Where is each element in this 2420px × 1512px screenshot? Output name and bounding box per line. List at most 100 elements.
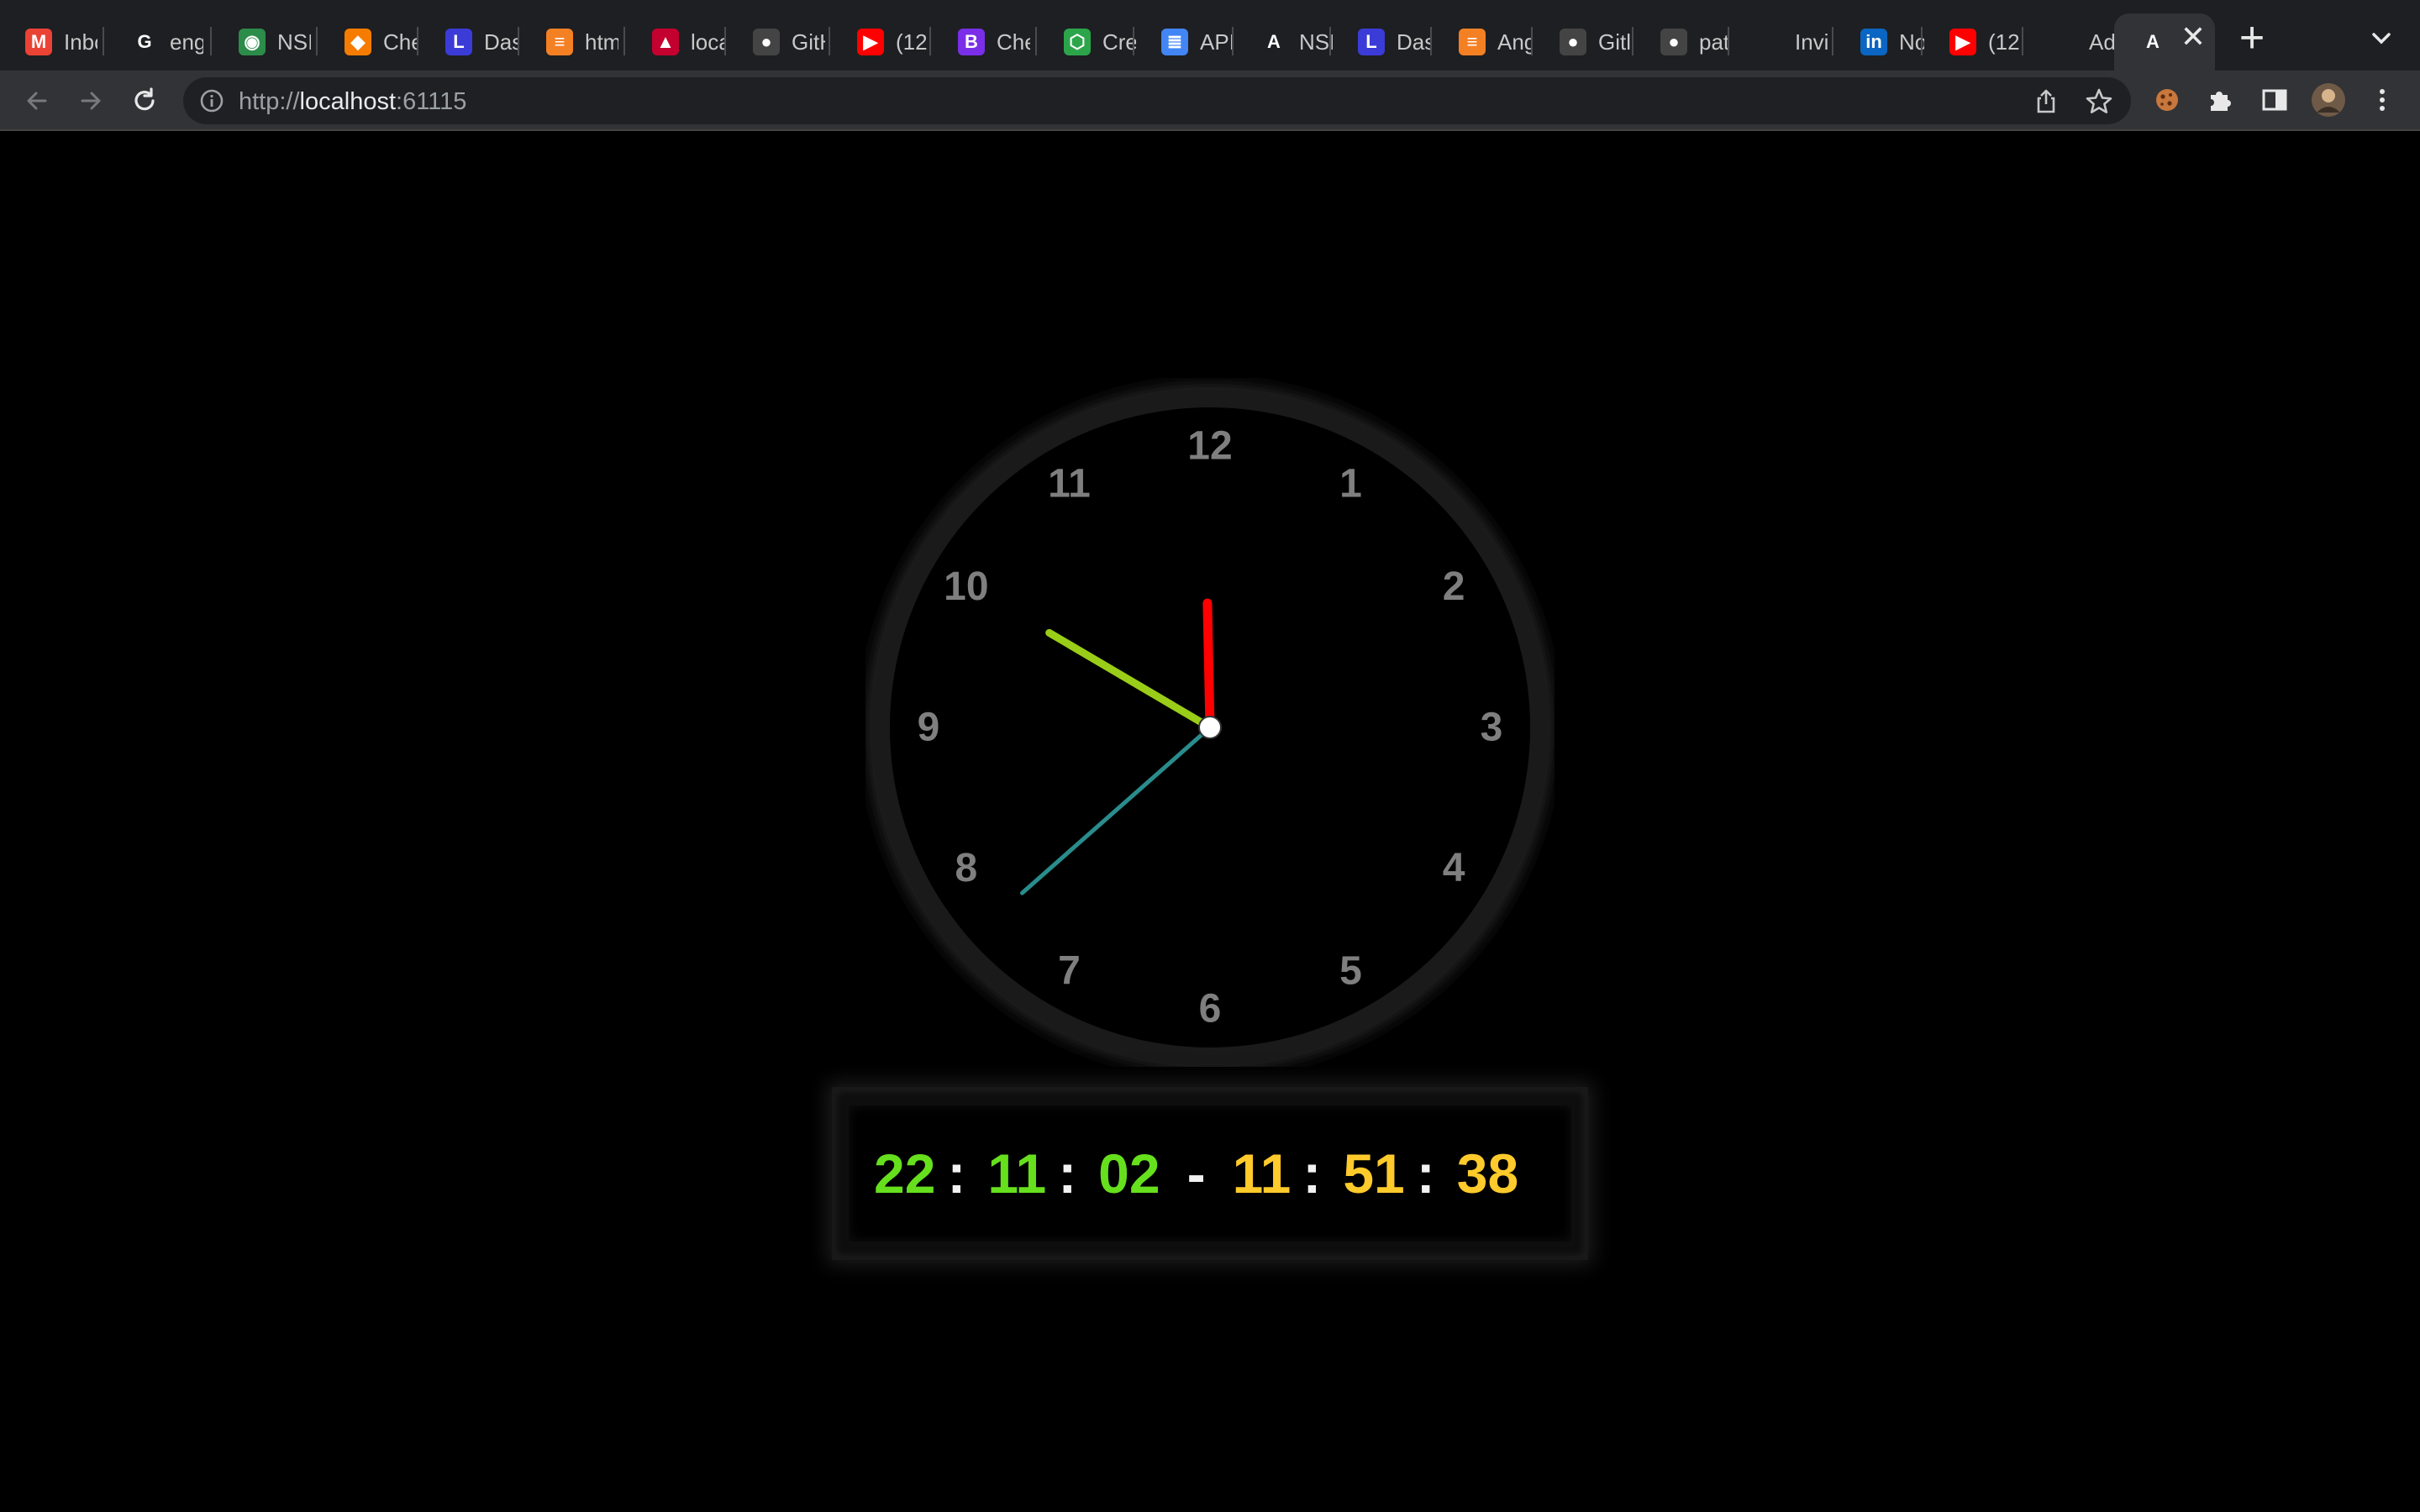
browser-tab[interactable]: M Inbox: [0, 13, 106, 71]
github-icon: ●: [1660, 29, 1687, 55]
tab-separator: [1430, 27, 1432, 55]
site-info-icon[interactable]: [198, 87, 225, 114]
tab-separator: [2022, 27, 2023, 55]
shield-icon: ◆: [345, 29, 371, 55]
tab-title: GitH: [792, 29, 825, 55]
tab-separator: [1531, 27, 1533, 55]
url-text[interactable]: http://localhost:61115: [239, 88, 466, 116]
clock-numeral: 6: [1199, 987, 1222, 1032]
tab-title: (12: [896, 29, 928, 55]
clock-numeral: 2: [1443, 564, 1465, 609]
tab-title: NSI: [1299, 29, 1333, 55]
google-icon: G: [137, 31, 152, 52]
tab-separator: [829, 27, 830, 55]
tab-title: Ado: [2089, 29, 2114, 55]
tab-separator: [316, 27, 318, 55]
eye-icon: ◉: [239, 29, 266, 55]
browser-tab[interactable]: ● GitH: [728, 13, 832, 71]
profile-avatar[interactable]: [2309, 81, 2348, 119]
browser-tab[interactable]: Invi: [1731, 13, 1835, 71]
browser-tab[interactable]: B Che: [933, 13, 1039, 71]
forward-button[interactable]: [69, 79, 113, 123]
cube-icon: ⬡: [1064, 29, 1091, 55]
a-icon: A: [1267, 31, 1281, 52]
tab-search-icon[interactable]: [2363, 20, 2400, 57]
tab-separator: [1832, 27, 1833, 55]
browser-tab[interactable]: ● pat: [1635, 13, 1731, 71]
minutes-secondary: 51: [1343, 1142, 1405, 1205]
tab-title: eng: [170, 29, 203, 55]
linkedin-icon: in: [1860, 29, 1887, 55]
analog-clock: 12 1 2 3 4 5 6 7 8 9 10 11: [865, 378, 1555, 1069]
browser-menu-icon[interactable]: [2363, 81, 2402, 119]
hours-24: 22: [874, 1142, 936, 1205]
back-button[interactable]: [15, 79, 59, 123]
tab-separator: [1329, 27, 1331, 55]
tab-separator: [1035, 27, 1037, 55]
browser-tab[interactable]: inNot: [1835, 13, 1924, 71]
tab-title: loca: [691, 29, 724, 55]
browser-tab[interactable]: ≡ Ang: [1434, 13, 1534, 71]
browser-tab[interactable]: ≣ API: [1136, 13, 1235, 71]
tab-separator: [1133, 27, 1134, 55]
extensions-puzzle-icon[interactable]: [2202, 81, 2240, 119]
clock-numeral: 4: [1443, 846, 1465, 890]
side-panel-icon[interactable]: [2255, 81, 2294, 119]
clock-numeral: 5: [1339, 949, 1362, 994]
browser-tab[interactable]: A NSI: [1235, 13, 1333, 71]
docs-icon: ≣: [1161, 29, 1188, 55]
cookie-extension-icon[interactable]: [2148, 81, 2186, 119]
lt-icon: L: [1358, 29, 1385, 55]
tab-title: Das: [484, 29, 518, 55]
tab-separator: [929, 27, 931, 55]
tab-title: Ang: [1497, 29, 1531, 55]
browser-tab[interactable]: ≡ htm: [521, 13, 627, 71]
separator: :: [1058, 1142, 1077, 1205]
tab-strip: M Inbox Geng ◉ NSI ◆ Che L Das ≡ htm ▲ loca ● GitH ▶ (12…: [0, 0, 2420, 71]
bookmark-star-icon[interactable]: [2085, 87, 2113, 116]
browser-tab[interactable]: L Das: [1333, 13, 1434, 71]
separator: :: [1302, 1142, 1322, 1205]
browser-tab[interactable]: ▶ (12: [1924, 13, 2025, 71]
browser-tab[interactable]: L Das: [420, 13, 521, 71]
seconds-primary: 02: [1098, 1142, 1160, 1205]
browser-tab[interactable]: ⬡ Cre: [1039, 13, 1136, 71]
separator: :: [1416, 1142, 1435, 1205]
clock-numeral: 11: [1048, 461, 1091, 506]
clock-numeral: 9: [918, 706, 940, 750]
github-icon: ●: [1560, 29, 1586, 55]
browser-tab[interactable]: ▶ (12: [832, 13, 933, 71]
bootstrap-icon: B: [958, 29, 985, 55]
tab-separator: [210, 27, 212, 55]
new-tab-button[interactable]: +: [2230, 16, 2274, 60]
browser-tab[interactable]: ◉ NSI: [213, 13, 319, 71]
tab-separator: [417, 27, 418, 55]
clock-face: 121234567891011: [868, 386, 1552, 1069]
gmail-icon: M: [25, 29, 52, 55]
share-icon[interactable]: [2032, 87, 2060, 116]
dash-separator: -: [1186, 1142, 1206, 1205]
tab-title: htm: [585, 29, 618, 55]
address-bar[interactable]: http://localhost:61115: [183, 77, 2131, 124]
tab-separator: [623, 27, 625, 55]
browser-tab[interactable]: ● Gitl: [1534, 13, 1635, 71]
tab-title: Cre: [1102, 29, 1136, 55]
browser-tab[interactable]: ◆ Che: [319, 13, 420, 71]
tab-separator: [1232, 27, 1234, 55]
close-tab-icon[interactable]: ✕: [2175, 18, 2212, 55]
reload-button[interactable]: [123, 79, 166, 123]
tab-separator: [518, 27, 519, 55]
clock-numeral: 8: [955, 846, 978, 890]
minutes-primary: 11: [987, 1142, 1047, 1205]
tab-title: Gitl: [1598, 29, 1631, 55]
tab-title: API: [1200, 29, 1234, 55]
clock-numeral: 7: [1058, 949, 1081, 994]
tab-title: NSI: [277, 29, 311, 55]
github-icon: ●: [753, 29, 780, 55]
separator: :: [947, 1142, 966, 1205]
tab-title: Das: [1397, 29, 1430, 55]
browser-tab[interactable]: Geng: [106, 13, 213, 71]
tab-title: Inbox: [64, 29, 97, 55]
browser-tab[interactable]: Ado: [2025, 13, 2114, 71]
browser-tab[interactable]: ▲ loca: [627, 13, 728, 71]
